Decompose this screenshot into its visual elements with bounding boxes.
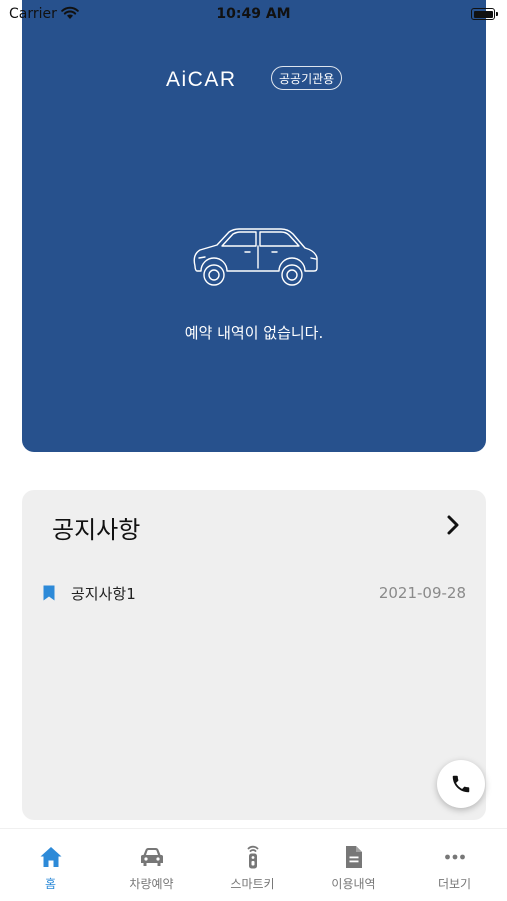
tab-more[interactable]: 더보기 (404, 829, 505, 901)
empty-reservation-message: 예약 내역이 없습니다. (184, 324, 324, 342)
status-time: 10:49 AM (216, 6, 291, 22)
more-icon (445, 854, 465, 860)
smart-key-icon (247, 845, 259, 869)
tab-home[interactable]: 홈 (0, 829, 101, 901)
notice-list-item[interactable]: 공지사항1 2021-09-28 (38, 582, 466, 606)
notice-item-title: 공지사항1 (71, 585, 136, 603)
tab-vehicle-reservation-label: 차량예약 (129, 877, 174, 891)
chevron-right-icon[interactable] (446, 514, 460, 536)
car-icon (141, 848, 163, 866)
battery-icon (471, 8, 498, 20)
notice-item-date: 2021-09-28 (378, 584, 466, 602)
notice-title: 공지사항 (52, 516, 141, 544)
bottom-tab-bar: 홈 차량예약 스마트키 이용내역 더보기 (0, 828, 507, 901)
bookmark-icon (43, 585, 55, 601)
tab-vehicle-reservation[interactable]: 차량예약 (101, 829, 202, 901)
tab-home-label: 홈 (44, 877, 57, 891)
tab-usage-history-label: 이용내역 (331, 877, 376, 891)
tab-more-label: 더보기 (437, 877, 472, 891)
document-icon (346, 846, 362, 868)
aicar-logo: AiCAR (166, 68, 237, 91)
car-illustration-icon (193, 228, 318, 286)
call-button[interactable] (437, 760, 485, 808)
tab-smart-key-label: 스마트키 (230, 877, 275, 891)
public-agency-badge: 공공기관용 (271, 66, 343, 90)
home-icon (40, 847, 62, 867)
reservation-panel: AiCAR 공공기관용 예약 내역이 없습니다. (22, 0, 486, 452)
tab-smart-key[interactable]: 스마트키 (202, 829, 303, 901)
notice-card: 공지사항 공지사항1 2021-09-28 (22, 490, 486, 820)
status-bar: Carrier 10:49 AM (0, 0, 507, 28)
phone-icon (452, 775, 470, 793)
tab-usage-history[interactable]: 이용내역 (303, 829, 404, 901)
